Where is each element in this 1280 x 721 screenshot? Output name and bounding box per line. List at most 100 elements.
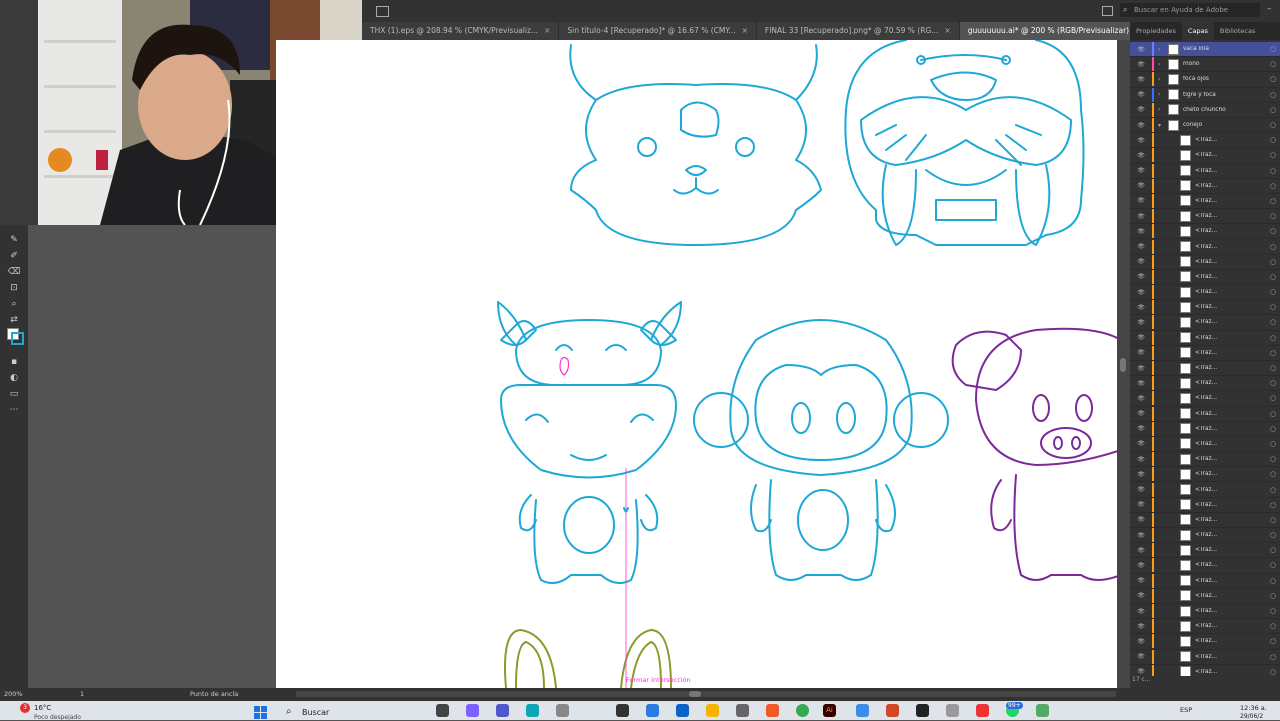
visibility-eye-icon[interactable]: 👁	[1130, 516, 1152, 523]
screen-mode-icon[interactable]: ▭	[7, 387, 21, 401]
swap-colors-icon[interactable]: ⇄	[7, 313, 21, 327]
target-circle-icon[interactable]: ○	[1270, 106, 1280, 114]
visibility-eye-icon[interactable]: 👁	[1130, 532, 1152, 539]
more-tools-icon[interactable]: ⋯	[7, 403, 21, 417]
scroll-thumb[interactable]	[1120, 358, 1126, 372]
target-circle-icon[interactable]: ○	[1270, 75, 1280, 83]
target-circle-icon[interactable]: ○	[1270, 212, 1280, 220]
target-circle-icon[interactable]: ○	[1270, 668, 1280, 676]
target-circle-icon[interactable]: ○	[1270, 561, 1280, 569]
target-circle-icon[interactable]: ○	[1270, 425, 1280, 433]
target-circle-icon[interactable]: ○	[1270, 60, 1280, 68]
blob-brush-tool-icon[interactable]: ✐	[7, 249, 21, 263]
visibility-eye-icon[interactable]: 👁	[1130, 501, 1152, 508]
tab-guuuuuuu[interactable]: guuuuuuu.ai* @ 200 % (RGB/Previsualizar)…	[959, 22, 1151, 40]
store-icon[interactable]	[646, 704, 659, 717]
taskbar-search[interactable]: Buscar	[302, 708, 329, 717]
brave-icon[interactable]	[766, 704, 779, 717]
target-circle-icon[interactable]: ○	[1270, 318, 1280, 326]
stroke-color-swatch[interactable]	[11, 332, 24, 345]
clock-time[interactable]: 12:36 a.	[1240, 704, 1267, 712]
tab-final33[interactable]: FINAL 33 [Recuperado].png* @ 70.59 % (RG…	[757, 22, 960, 40]
target-circle-icon[interactable]: ○	[1270, 364, 1280, 372]
target-circle-icon[interactable]: ○	[1270, 167, 1280, 175]
target-circle-icon[interactable]: ○	[1270, 486, 1280, 494]
vertical-scrollbar[interactable]	[1117, 40, 1130, 688]
target-circle-icon[interactable]: ○	[1270, 121, 1280, 129]
sublayer-item[interactable]: 👁 <Traz... ○	[1130, 330, 1280, 346]
target-circle-icon[interactable]: ○	[1270, 258, 1280, 266]
visibility-eye-icon[interactable]: 👁	[1130, 46, 1152, 53]
target-circle-icon[interactable]: ○	[1270, 531, 1280, 539]
target-circle-icon[interactable]: ○	[1270, 653, 1280, 661]
game-icon[interactable]	[616, 704, 629, 717]
sublayer-item[interactable]: 👁 <Traz... ○	[1130, 604, 1280, 620]
layer-item[interactable]: 👁 › foca ojos ○	[1130, 72, 1280, 88]
visibility-eye-icon[interactable]: 👁	[1130, 61, 1152, 68]
artboard-canvas[interactable]: Formar intersección	[276, 40, 1117, 688]
eraser-tool-icon[interactable]: ⌫	[7, 265, 21, 279]
tab-bibliotecas[interactable]: Bibliotecas	[1214, 22, 1261, 40]
visibility-eye-icon[interactable]: 👁	[1130, 547, 1152, 554]
weather-temp[interactable]: 16°C	[34, 704, 51, 712]
tab-sin-titulo[interactable]: Sin título-4 [Recuperado]* @ 16.67 % (CM…	[559, 22, 757, 40]
target-circle-icon[interactable]: ○	[1270, 334, 1280, 342]
arrange-documents-icon[interactable]	[1102, 6, 1113, 16]
sublayer-item[interactable]: 👁 <Traz... ○	[1130, 133, 1280, 149]
target-circle-icon[interactable]: ○	[1270, 501, 1280, 509]
sublayer-item[interactable]: 👁 <Traz... ○	[1130, 163, 1280, 179]
sublayer-item[interactable]: 👁 <Traz... ○	[1130, 315, 1280, 331]
powerpoint-icon[interactable]	[886, 704, 899, 717]
tab-thx[interactable]: THX (1).eps @ 208.94 % (CMYK/Previsualiz…	[362, 22, 560, 40]
sublayer-item[interactable]: 👁 <Traz... ○	[1130, 467, 1280, 483]
tab-propiedades[interactable]: Propiedades	[1130, 22, 1182, 40]
close-icon[interactable]: ×	[742, 22, 748, 40]
visibility-eye-icon[interactable]: 👁	[1130, 668, 1152, 675]
visibility-eye-icon[interactable]: 👁	[1130, 334, 1152, 341]
visibility-eye-icon[interactable]: 👁	[1130, 425, 1152, 432]
sublayer-item[interactable]: 👁 <Traz... ○	[1130, 482, 1280, 498]
zoom-tool-icon[interactable]: ⌕	[7, 297, 21, 311]
chevron-right-icon[interactable]: ›	[1158, 106, 1168, 113]
visibility-eye-icon[interactable]: 👁	[1130, 319, 1152, 326]
visibility-eye-icon[interactable]: 👁	[1130, 440, 1152, 447]
epic-games-icon[interactable]	[916, 704, 929, 717]
app-icon[interactable]	[946, 704, 959, 717]
visibility-eye-icon[interactable]: 👁	[1130, 638, 1152, 645]
sublayer-item[interactable]: 👁 <Traz... ○	[1130, 361, 1280, 377]
target-circle-icon[interactable]: ○	[1270, 273, 1280, 281]
help-search-field[interactable]: ⌕ Buscar en Ayuda de Adobe	[1120, 3, 1260, 17]
chevron-right-icon[interactable]: ›	[1158, 76, 1168, 83]
target-circle-icon[interactable]: ○	[1270, 227, 1280, 235]
sublayer-item[interactable]: 👁 <Traz... ○	[1130, 543, 1280, 559]
target-circle-icon[interactable]: ○	[1270, 516, 1280, 524]
target-circle-icon[interactable]: ○	[1270, 379, 1280, 387]
layer-item[interactable]: 👁 › vaca lola ○	[1130, 42, 1280, 58]
layer-item[interactable]: 👁 ▾ conejo ○	[1130, 118, 1280, 134]
sublayer-item[interactable]: 👁 <Traz... ○	[1130, 148, 1280, 164]
sublayer-item[interactable]: 👁 <Traz... ○	[1130, 664, 1280, 676]
visibility-eye-icon[interactable]: 👁	[1130, 471, 1152, 478]
target-circle-icon[interactable]: ○	[1270, 394, 1280, 402]
tab-capas[interactable]: Capas	[1181, 22, 1214, 40]
target-circle-icon[interactable]: ○	[1270, 546, 1280, 554]
zoom-level[interactable]: 200%	[4, 690, 23, 698]
visibility-eye-icon[interactable]: 👁	[1130, 456, 1152, 463]
visibility-eye-icon[interactable]: 👁	[1130, 608, 1152, 615]
visibility-eye-icon[interactable]: 👁	[1130, 137, 1152, 144]
chevron-down-icon[interactable]: ▾	[1158, 122, 1168, 129]
visibility-eye-icon[interactable]: 👁	[1130, 395, 1152, 402]
layer-item[interactable]: 👁 › cheto chuncho ○	[1130, 102, 1280, 118]
sublayer-item[interactable]: 👁 <Traz... ○	[1130, 209, 1280, 225]
sublayer-item[interactable]: 👁 <Traz... ○	[1130, 528, 1280, 544]
sublayer-item[interactable]: 👁 <Traz... ○	[1130, 588, 1280, 604]
visibility-eye-icon[interactable]: 👁	[1130, 167, 1152, 174]
file-explorer-icon[interactable]	[706, 704, 719, 717]
chevron-right-icon[interactable]: ›	[1158, 91, 1168, 98]
visibility-eye-icon[interactable]: 👁	[1130, 577, 1152, 584]
visibility-eye-icon[interactable]: 👁	[1130, 197, 1152, 204]
target-circle-icon[interactable]: ○	[1270, 577, 1280, 585]
workspace-switcher-icon[interactable]	[376, 6, 389, 17]
chrome-icon[interactable]	[796, 704, 809, 717]
sublayer-item[interactable]: 👁 <Traz... ○	[1130, 285, 1280, 301]
